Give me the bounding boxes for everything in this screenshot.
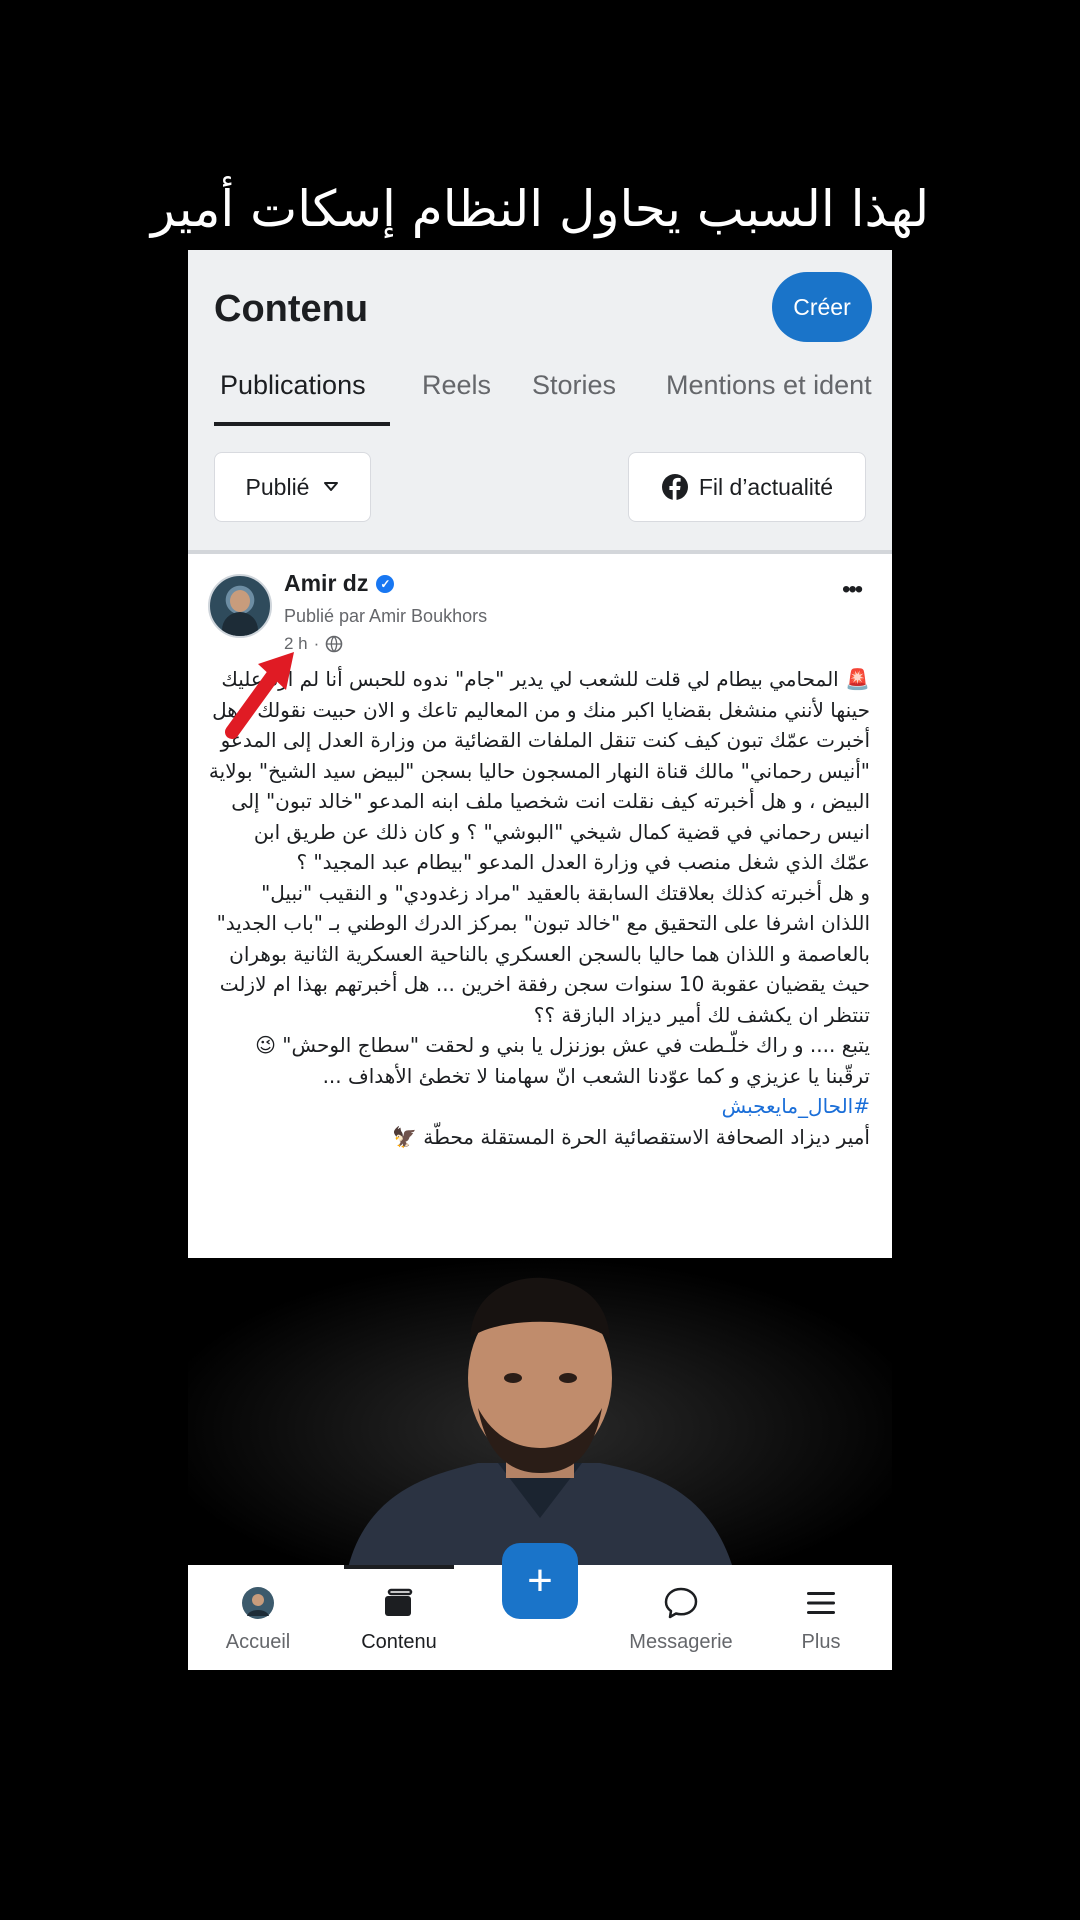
bottom-navigation: Accueil Contenu + Messagerie Plus [188, 1543, 892, 1670]
red-arrow-annotation-icon [225, 652, 294, 739]
posted-by-text: Publié par Amir Boukhors [284, 606, 488, 626]
content-header: Contenu Créer Publications Reels Stories… [188, 250, 892, 550]
nav-content-label: Contenu [361, 1631, 437, 1653]
nav-home-label: Accueil [225, 1631, 291, 1653]
nav-more-label: Plus [801, 1631, 841, 1653]
meta-separator: · [313, 634, 320, 653]
post-signature: أمير ديزاد الصحافة الاستقصائية الحرة الم… [391, 1124, 870, 1149]
chevron-down-icon [324, 482, 339, 491]
nav-more[interactable]: Plus [751, 1583, 891, 1654]
post-paragraph: يتبع .... و راك خلّـطت في عش بوزنزل يا ب… [255, 1033, 870, 1088]
tab-mentions[interactable]: Mentions et ident [666, 370, 872, 401]
status-filter-value: Publié [245, 473, 310, 500]
status-filter-dropdown[interactable]: Publié [214, 452, 371, 522]
create-plus-button[interactable]: + [502, 1543, 578, 1619]
active-nav-indicator [344, 1565, 454, 1569]
avatar[interactable] [208, 574, 272, 638]
chat-bubble-icon [664, 1587, 698, 1619]
man-portrait-image [188, 1258, 892, 1568]
profile-avatar-icon [242, 1587, 274, 1619]
nav-home[interactable]: Accueil [188, 1583, 328, 1654]
speaker-photo [188, 1258, 892, 1568]
tab-reels[interactable]: Reels [422, 370, 491, 401]
author-name: Amir dz [284, 570, 369, 596]
post-hashtag[interactable]: #الحال_مايعجبش [208, 1091, 870, 1122]
news-feed-button[interactable]: Fil d’actualité [628, 452, 866, 522]
create-button[interactable]: Créer [772, 272, 872, 342]
plus-icon: + [527, 1556, 553, 1605]
globe-icon [326, 635, 343, 653]
post-paragraph: 🚨 المحامي بيطام لي قلت للشعب لي يدير "جا… [208, 667, 870, 874]
post-paragraph: و هل أخبرته كذلك بعلاقتك السابقة بالعقيد… [216, 880, 870, 1027]
news-feed-label: Fil d’actualité [698, 473, 834, 500]
post-body: 🚨 المحامي بيطام لي قلت للشعب لي يدير "جا… [208, 664, 870, 1152]
content-tabs: Publications Reels Stories Mentions et i… [188, 370, 892, 430]
nav-content[interactable]: Contenu [329, 1583, 469, 1654]
verified-badge-icon: ✓ [376, 574, 395, 593]
menu-icon [807, 1592, 835, 1614]
facebook-logo-icon [661, 474, 688, 500]
tab-publications[interactable]: Publications [220, 370, 366, 401]
content-icon [385, 1588, 413, 1616]
post-author[interactable]: Amir dz ✓ [284, 570, 395, 597]
nav-messaging-label: Messagerie [629, 1631, 733, 1653]
more-options-icon[interactable]: ••• [842, 576, 863, 604]
nav-messaging[interactable]: Messagerie [611, 1583, 751, 1654]
facebook-app-screenshot: Contenu Créer Publications Reels Stories… [188, 250, 892, 1670]
tab-stories[interactable]: Stories [532, 370, 616, 401]
page-title: Contenu [214, 288, 369, 330]
active-tab-indicator [214, 422, 390, 426]
overlay-caption: لهذا السبب يحاول النظام إسكات أمير [150, 180, 930, 238]
